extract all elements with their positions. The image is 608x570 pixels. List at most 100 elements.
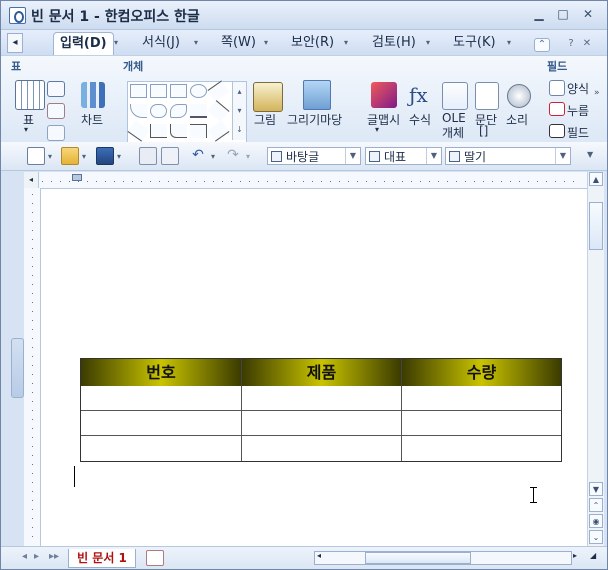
- horizontal-scrollbar[interactable]: ◂: [314, 551, 572, 565]
- print-icon[interactable]: [139, 147, 157, 165]
- chevron-down-icon[interactable]: ▼: [345, 148, 360, 164]
- minimize-ribbon-icon[interactable]: ✕: [580, 38, 594, 50]
- shape-connector1-icon[interactable]: [127, 120, 150, 142]
- vertical-scrollbar[interactable]: ▲ ▼ ⌃ ◉ ⌄: [587, 172, 604, 546]
- maximize-button[interactable]: □: [554, 7, 572, 21]
- new-doc-dropdown-icon[interactable]: ▾: [48, 152, 52, 161]
- tab-format[interactable]: 서식(J): [136, 32, 186, 54]
- shape-curve-icon[interactable]: [150, 104, 167, 118]
- table-cell[interactable]: [242, 386, 402, 411]
- scroll-up-icon[interactable]: ▲: [589, 172, 603, 186]
- vertical-ruler[interactable]: [24, 188, 41, 546]
- click-field-icon[interactable]: [549, 102, 565, 116]
- save-icon[interactable]: [96, 147, 114, 165]
- new-doc-icon[interactable]: [27, 147, 45, 165]
- style-dropdown[interactable]: 바탕글 ▼: [267, 147, 361, 165]
- minimize-button[interactable]: ▁: [530, 7, 548, 21]
- menu-scroll-left-button[interactable]: ◂: [7, 33, 23, 53]
- tab-nav-prev-icon[interactable]: ◂: [22, 551, 27, 562]
- tab-security[interactable]: 보안(R): [285, 32, 340, 54]
- shape-connector2-icon[interactable]: [150, 124, 167, 138]
- shape-ellipse-icon[interactable]: [190, 84, 207, 98]
- undo-dropdown-icon[interactable]: ▾: [211, 152, 215, 161]
- sound-icon[interactable]: [507, 84, 531, 108]
- new-tab-icon[interactable]: [146, 550, 164, 566]
- shape-pencil-icon[interactable]: [190, 104, 207, 118]
- scrollbar-thumb[interactable]: [589, 202, 603, 250]
- form-field-label[interactable]: 양식: [567, 80, 589, 97]
- table-cell[interactable]: [402, 386, 561, 411]
- page-up-icon[interactable]: ⌃: [589, 498, 603, 512]
- table-cell[interactable]: [242, 436, 402, 461]
- tab-nav-next-icon[interactable]: ▸: [34, 551, 39, 562]
- tab-review-dropdown-icon[interactable]: ▾: [426, 38, 430, 47]
- tab-page[interactable]: 쪽(W): [215, 32, 262, 54]
- toolbar-overflow-icon[interactable]: ▼: [587, 150, 593, 159]
- undo-icon[interactable]: ↶: [190, 147, 206, 163]
- picture-icon[interactable]: [253, 82, 283, 112]
- indent-marker-icon[interactable]: [72, 174, 82, 181]
- shape-vertical-textbox-icon[interactable]: [150, 84, 167, 98]
- chevron-down-icon[interactable]: ▼: [555, 148, 570, 164]
- glyph-text-dropdown-icon[interactable]: ▾: [375, 125, 379, 134]
- form-field-icon[interactable]: [549, 80, 565, 96]
- table-icon[interactable]: [15, 80, 45, 110]
- table-cell[interactable]: [81, 386, 242, 411]
- open-icon[interactable]: [61, 147, 79, 165]
- chevron-down-icon[interactable]: ▼: [426, 148, 441, 164]
- field-icon[interactable]: [549, 124, 565, 138]
- field-label[interactable]: 필드: [567, 124, 589, 141]
- horizontal-scrollbar-thumb[interactable]: [365, 552, 471, 564]
- ruler-corner-icon[interactable]: ◂: [24, 172, 39, 188]
- tab-format-dropdown-icon[interactable]: ▾: [194, 38, 198, 47]
- tab-page-dropdown-icon[interactable]: ▾: [264, 38, 268, 47]
- table-cell[interactable]: [402, 411, 561, 436]
- ribbon-collapse-icon[interactable]: ⌃: [534, 38, 550, 52]
- redo-icon[interactable]: ↷: [225, 147, 241, 163]
- ribbon-scroll-right-icon[interactable]: »: [594, 88, 600, 98]
- table-cell[interactable]: [242, 411, 402, 436]
- shapes-gallery-scroll[interactable]: ▴ ▾ ↓: [232, 82, 246, 140]
- scroll-right-icon[interactable]: ▸: [573, 551, 577, 560]
- scroll-left-icon[interactable]: ◂: [317, 551, 321, 560]
- paragraph-icon[interactable]: [475, 82, 499, 110]
- tab-input-dropdown-icon[interactable]: ▾: [114, 38, 118, 47]
- resize-grip-icon[interactable]: ◢: [590, 551, 596, 560]
- ole-button-label-1[interactable]: OLE: [442, 111, 466, 125]
- glyph-text-button-label[interactable]: 글맵시: [367, 111, 400, 128]
- tab-nav-last-icon[interactable]: ▸▸: [49, 551, 59, 562]
- font-name-dropdown[interactable]: 딸기 ▼: [445, 147, 571, 165]
- chart-button-label[interactable]: 차트: [81, 111, 103, 128]
- help-icon[interactable]: ?: [564, 38, 578, 50]
- shape-freeform-icon[interactable]: [170, 104, 187, 118]
- open-dropdown-icon[interactable]: ▾: [82, 152, 86, 161]
- drawing-madang-icon[interactable]: [303, 80, 331, 110]
- erase-table-icon[interactable]: [47, 103, 65, 119]
- print-preview-icon[interactable]: [161, 147, 179, 165]
- picture-button-label[interactable]: 그림: [254, 111, 276, 128]
- table-cell[interactable]: [81, 411, 242, 436]
- hwp-app-icon[interactable]: [9, 7, 26, 24]
- shape-connector5-icon[interactable]: [207, 120, 230, 142]
- tab-security-dropdown-icon[interactable]: ▾: [344, 38, 348, 47]
- equation-icon[interactable]: ƒx: [409, 82, 433, 108]
- table-header-cell[interactable]: 수량: [402, 359, 561, 386]
- chart-icon[interactable]: [81, 82, 105, 108]
- side-panel-toggle[interactable]: [11, 338, 24, 398]
- shape-connector3-icon[interactable]: [170, 124, 187, 138]
- font-lang-dropdown[interactable]: 대표 ▼: [365, 147, 442, 165]
- table-header-cell[interactable]: 번호: [81, 359, 242, 386]
- tab-document-1[interactable]: 빈 문서 1: [68, 549, 136, 568]
- page-select-icon[interactable]: ◉: [589, 514, 603, 528]
- shape-connector4-icon[interactable]: [190, 124, 207, 138]
- sound-button-label[interactable]: 소리: [506, 111, 528, 128]
- glyph-text-icon[interactable]: [371, 82, 397, 108]
- shape-rectangle-icon[interactable]: [170, 84, 187, 98]
- ole-icon[interactable]: [442, 82, 468, 110]
- horizontal-ruler[interactable]: ◂: [24, 172, 587, 189]
- equation-button-label[interactable]: 수식: [409, 111, 431, 128]
- tab-review[interactable]: 검토(H): [366, 32, 422, 54]
- tab-tools-dropdown-icon[interactable]: ▾: [507, 38, 511, 47]
- table-cell[interactable]: [402, 436, 561, 461]
- shape-arrow-icon[interactable]: [207, 100, 230, 122]
